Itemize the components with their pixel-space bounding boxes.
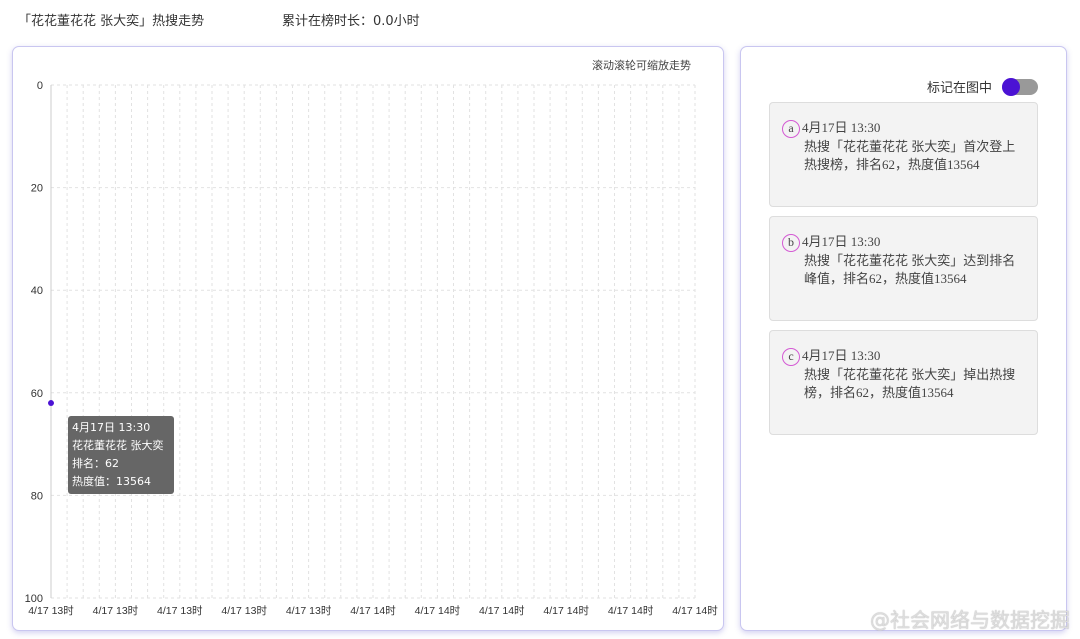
- event-card[interactable]: a4月17日 13:30 热搜「花花董花花 张大奕」首次登上热搜榜，排名62，热…: [769, 102, 1038, 207]
- toggle-switch[interactable]: [1002, 79, 1038, 95]
- x-tick-label: 4/17 13时: [28, 605, 74, 617]
- event-text: 热搜「花花董花花 张大奕」首次登上热搜榜，排名62，热度值13564: [782, 138, 1027, 174]
- event-card[interactable]: b4月17日 13:30 热搜「花花董花花 张大奕」达到排名峰值，排名62，热度…: [769, 216, 1038, 321]
- tooltip-heat: 热度值：13564: [72, 473, 170, 491]
- tooltip-rank: 排名：62: [72, 455, 170, 473]
- x-tick-label: 4/17 13时: [93, 605, 139, 617]
- x-tick-label: 4/17 14时: [672, 605, 718, 617]
- y-tick-label: 40: [31, 285, 43, 297]
- trend-chart[interactable]: 0204060801004/17 13时4/17 13时4/17 13时4/17…: [13, 47, 725, 632]
- y-tick-label: 100: [25, 593, 43, 605]
- x-tick-label: 4/17 13时: [157, 605, 203, 617]
- y-tick-label: 0: [37, 80, 43, 92]
- toggle-label: 标记在图中: [927, 77, 992, 96]
- event-text: 热搜「花花董花花 张大奕」掉出热搜榜，排名62，热度值13564: [782, 366, 1027, 402]
- marker-a-icon: a: [782, 120, 800, 138]
- event-time: 4月17日 13:30: [802, 234, 880, 249]
- chart-tooltip: 4月17日 13:30 花花董花花 张大奕 排名：62 热度值：13564: [68, 416, 174, 494]
- duration-label: 累计在榜时长：0.0小时: [282, 10, 420, 29]
- y-tick-label: 80: [31, 490, 43, 502]
- y-tick-label: 60: [31, 388, 43, 400]
- x-tick-label: 4/17 13时: [286, 605, 332, 617]
- marker-b-icon: b: [782, 234, 800, 252]
- x-tick-label: 4/17 14时: [415, 605, 461, 617]
- events-panel: 标记在图中 a4月17日 13:30 热搜「花花董花花 张大奕」首次登上热搜榜，…: [740, 46, 1067, 631]
- event-time: 4月17日 13:30: [802, 120, 880, 135]
- event-time: 4月17日 13:30: [802, 348, 880, 363]
- page-title: 「花花董花花 张大奕」热搜走势: [18, 10, 204, 29]
- x-tick-label: 4/17 14时: [350, 605, 396, 617]
- tooltip-name: 花花董花花 张大奕: [72, 437, 170, 455]
- data-point: [48, 400, 54, 406]
- event-card[interactable]: c4月17日 13:30 热搜「花花董花花 张大奕」掉出热搜榜，排名62，热度值…: [769, 330, 1038, 435]
- watermark: @社会网络与数据挖掘: [870, 604, 1070, 633]
- marker-c-icon: c: [782, 348, 800, 366]
- x-tick-label: 4/17 14时: [608, 605, 654, 617]
- x-tick-label: 4/17 13时: [221, 605, 267, 617]
- mark-toggle[interactable]: 标记在图中: [927, 77, 1038, 96]
- chart-panel[interactable]: 滚动滚轮可缩放走势 0204060801004/17 13时4/17 13时4/…: [12, 46, 724, 631]
- y-tick-label: 20: [31, 183, 43, 195]
- x-tick-label: 4/17 14时: [479, 605, 525, 617]
- event-text: 热搜「花花董花花 张大奕」达到排名峰值，排名62，热度值13564: [782, 252, 1027, 288]
- x-tick-label: 4/17 14时: [543, 605, 589, 617]
- tooltip-time: 4月17日 13:30: [72, 419, 170, 437]
